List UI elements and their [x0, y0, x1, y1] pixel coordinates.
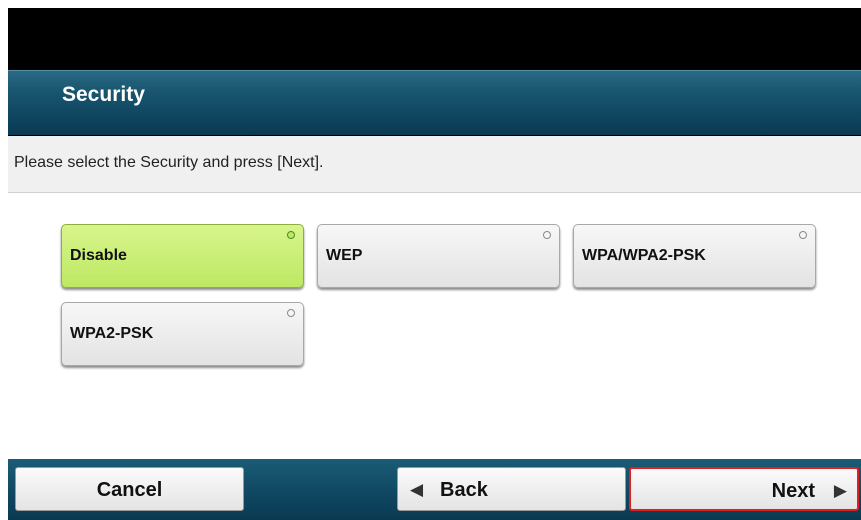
option-disable[interactable]: Disable: [61, 224, 304, 288]
option-label: Disable: [70, 247, 127, 264]
option-wpa2-psk[interactable]: WPA2-PSK: [61, 302, 304, 366]
option-wpa-wpa2-psk[interactable]: WPA/WPA2-PSK: [573, 224, 816, 288]
radio-indicator-icon: [543, 231, 551, 239]
security-options-panel: Disable WEP WPA/WPA2-PSK WPA2-PSK: [8, 193, 861, 459]
back-button[interactable]: ◀ Back: [397, 467, 626, 511]
next-label: Next: [771, 480, 815, 502]
selected-indicator-icon: [287, 231, 295, 239]
next-button[interactable]: Next ▶: [629, 467, 859, 511]
cancel-button[interactable]: Cancel: [15, 467, 244, 511]
device-screen: Security Please select the Security and …: [8, 8, 861, 520]
option-wep[interactable]: WEP: [317, 224, 560, 288]
left-triangle-icon: ◀: [410, 480, 424, 499]
right-triangle-icon: ▶: [833, 481, 847, 500]
option-label: WEP: [326, 247, 363, 264]
page-title: Security: [62, 83, 145, 106]
radio-indicator-icon: [799, 231, 807, 239]
title-bar: Security: [8, 70, 861, 135]
back-label: Back: [440, 479, 488, 501]
radio-indicator-icon: [287, 309, 295, 317]
option-label: WPA2-PSK: [70, 325, 154, 342]
bottom-navigation-bar: Cancel ◀ Back Next ▶: [8, 459, 861, 520]
option-label: WPA/WPA2-PSK: [582, 247, 706, 264]
instruction-text: Please select the Security and press [Ne…: [14, 154, 324, 171]
cancel-label: Cancel: [96, 479, 163, 501]
instruction-bar: Please select the Security and press [Ne…: [8, 136, 861, 193]
